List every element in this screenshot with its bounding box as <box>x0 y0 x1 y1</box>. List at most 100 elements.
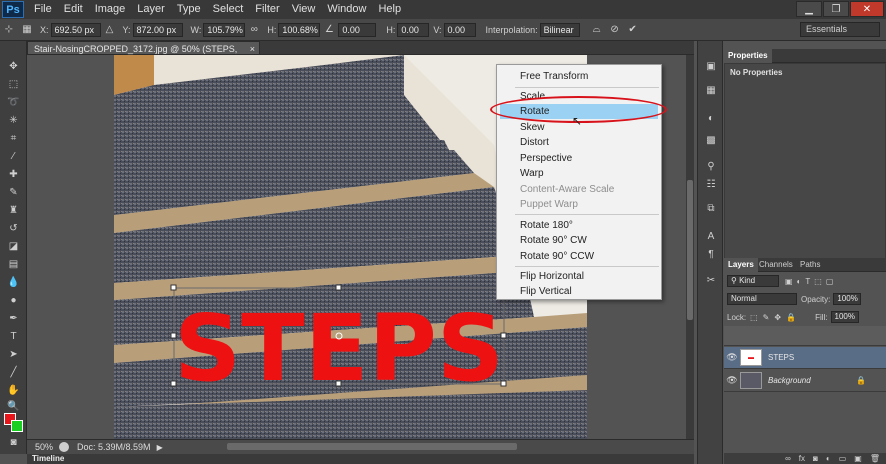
close-tab-icon[interactable]: × <box>250 42 255 56</box>
status-menu-icon[interactable] <box>59 442 70 452</box>
vskew-input[interactable]: 0.00 <box>443 22 476 37</box>
quick-mask-icon[interactable]: ◙ <box>5 435 22 450</box>
layer-row-background[interactable]: 👁 Background 🔒 <box>724 370 886 392</box>
hand-tool-icon[interactable]: ✋ <box>5 383 22 398</box>
gradient-tool-icon[interactable]: ▤ <box>5 257 22 272</box>
menu-help[interactable]: Help <box>372 0 407 19</box>
menu-item-flip-horizontal[interactable]: Flip Horizontal <box>497 269 661 284</box>
stamp-tool-icon[interactable]: ♜ <box>5 203 22 218</box>
timeline-tab[interactable]: Timeline <box>27 454 694 464</box>
menu-view[interactable]: View <box>286 0 322 19</box>
vertical-scroll-thumb[interactable] <box>687 180 693 320</box>
healing-tool-icon[interactable]: ✚ <box>5 167 22 182</box>
menu-item-flip-vertical[interactable]: Flip Vertical <box>497 284 661 299</box>
lasso-tool-icon[interactable]: ➰ <box>5 95 22 110</box>
shape-tool-icon[interactable]: ╱ <box>5 365 22 380</box>
filter-kind-select[interactable]: ⚲ Kind <box>727 275 779 287</box>
commit-transform-icon[interactable]: ✔ <box>626 23 640 37</box>
menu-item-distort[interactable]: Distort <box>497 135 661 150</box>
blur-tool-icon[interactable]: 💧 <box>5 275 22 290</box>
type-tool-icon[interactable]: T <box>5 329 22 344</box>
menu-item-rotate-90-ccw[interactable]: Rotate 90° CCW <box>497 249 661 264</box>
marquee-tool-icon[interactable]: ⬚ <box>5 77 22 92</box>
hskew-input[interactable]: 0.00 <box>397 22 430 37</box>
reference-point-icon[interactable]: ▦ <box>20 23 34 37</box>
angle-input[interactable]: 0.00 <box>338 22 377 37</box>
eraser-tool-icon[interactable]: ◪ <box>5 239 22 254</box>
vskew-label: V: <box>433 24 442 35</box>
path-selection-tool-icon[interactable]: ➤ <box>5 347 22 362</box>
delta-icon[interactable]: △ <box>103 23 117 37</box>
brush-presets-icon[interactable]: ⚲ <box>703 159 719 173</box>
restore-button[interactable]: ❐ <box>823 1 849 17</box>
clone-source-icon[interactable]: ⧉ <box>703 201 719 215</box>
folder-icon[interactable]: ▭ <box>839 453 847 464</box>
adjustments-panel-icon[interactable]: ◐ <box>703 111 719 125</box>
menu-item-rotate-180[interactable]: Rotate 180° <box>497 218 661 233</box>
tab-properties[interactable]: Properties <box>724 49 772 63</box>
height-input[interactable]: 100.68% <box>278 22 321 37</box>
fill-input[interactable]: 100% <box>830 311 859 323</box>
document-tab[interactable]: Stair-NosingCROPPED_3172.jpg @ 50% (STEP… <box>27 41 260 68</box>
new-layer-icon[interactable]: ▣ <box>854 453 862 464</box>
character-panel-icon[interactable]: A <box>703 229 719 243</box>
menu-image[interactable]: Image <box>89 0 132 19</box>
menu-layer[interactable]: Layer <box>131 0 171 19</box>
menu-edit[interactable]: Edit <box>58 0 89 19</box>
eye-icon[interactable]: 👁 <box>724 352 740 363</box>
tab-layers[interactable]: Layers <box>724 258 758 272</box>
move-tool-icon[interactable]: ✥ <box>5 59 22 74</box>
blend-mode-select[interactable]: Normal <box>727 293 797 305</box>
horizontal-scroll-thumb[interactable] <box>227 443 517 450</box>
dodge-tool-icon[interactable]: ● <box>5 293 22 308</box>
zoom-level[interactable]: 50% <box>27 442 59 452</box>
pen-tool-icon[interactable]: ✒ <box>5 311 22 326</box>
menu-item-perspective[interactable]: Perspective <box>497 151 661 166</box>
swatches-panel-icon[interactable]: ▦ <box>703 83 719 97</box>
lock-icons[interactable]: ⬚✎✥🔒 <box>750 313 801 322</box>
layer-row-steps[interactable]: 👁 ▬ STEPS <box>724 347 886 369</box>
styles-panel-icon[interactable]: ▩ <box>703 133 719 147</box>
width-input[interactable]: 105.79% <box>203 22 246 37</box>
warp-mode-icon[interactable]: ⌓ <box>590 23 604 37</box>
history-panel-icon[interactable]: ▣ <box>703 59 719 73</box>
adjustment-icon[interactable]: ◐ <box>826 453 831 464</box>
menu-filter[interactable]: Filter <box>249 0 285 19</box>
menu-item-rotate-90-cw[interactable]: Rotate 90° CW <box>497 233 661 248</box>
close-button[interactable]: ✕ <box>850 1 884 17</box>
minimize-button[interactable]: ▁ <box>796 1 822 17</box>
link-icon[interactable]: ∞ <box>785 453 791 464</box>
history-brush-tool-icon[interactable]: ↺ <box>5 221 22 236</box>
tab-paths[interactable]: Paths <box>796 258 824 272</box>
status-arrow-icon[interactable]: ▶ <box>157 443 163 452</box>
tool-presets-icon[interactable]: ☷ <box>703 177 719 191</box>
cancel-transform-icon[interactable]: ⊘ <box>608 23 622 37</box>
menu-window[interactable]: Window <box>321 0 372 19</box>
menu-item-warp[interactable]: Warp <box>497 166 661 181</box>
zoom-tool-icon[interactable]: 🔍 <box>5 399 22 414</box>
y-input[interactable]: 872.00 px <box>132 22 183 37</box>
menu-item-free-transform[interactable]: Free Transform <box>497 69 661 84</box>
actions-panel-icon[interactable]: ✂ <box>703 273 719 287</box>
background-color-swatch[interactable] <box>11 420 23 432</box>
opacity-input[interactable]: 100% <box>833 293 862 305</box>
interpolation-select[interactable]: Bilinear <box>539 22 580 37</box>
paragraph-panel-icon[interactable]: ¶ <box>703 247 719 261</box>
vertical-scrollbar[interactable] <box>686 55 694 439</box>
brush-tool-icon[interactable]: ✎ <box>5 185 22 200</box>
magic-wand-tool-icon[interactable]: ✳ <box>5 113 22 128</box>
filter-type-icons[interactable]: ▣◐T⬚▢ <box>785 277 837 286</box>
trash-icon[interactable]: 🗑 <box>870 453 880 464</box>
menu-file[interactable]: File <box>28 0 58 19</box>
crop-tool-icon[interactable]: ⌗ <box>5 131 22 146</box>
eyedropper-tool-icon[interactable]: ⁄ <box>5 149 22 164</box>
eye-icon[interactable]: 👁 <box>724 375 740 386</box>
workspace-switcher[interactable]: Essentials <box>800 22 880 37</box>
menu-select[interactable]: Select <box>207 0 250 19</box>
menu-type[interactable]: Type <box>171 0 207 19</box>
fx-icon[interactable]: fx <box>799 453 805 464</box>
x-input[interactable]: 692.50 px <box>50 22 101 37</box>
link-icon[interactable]: ∞ <box>247 23 261 37</box>
tab-channels[interactable]: Channels <box>755 258 797 272</box>
mask-icon[interactable]: ◙ <box>813 453 818 464</box>
